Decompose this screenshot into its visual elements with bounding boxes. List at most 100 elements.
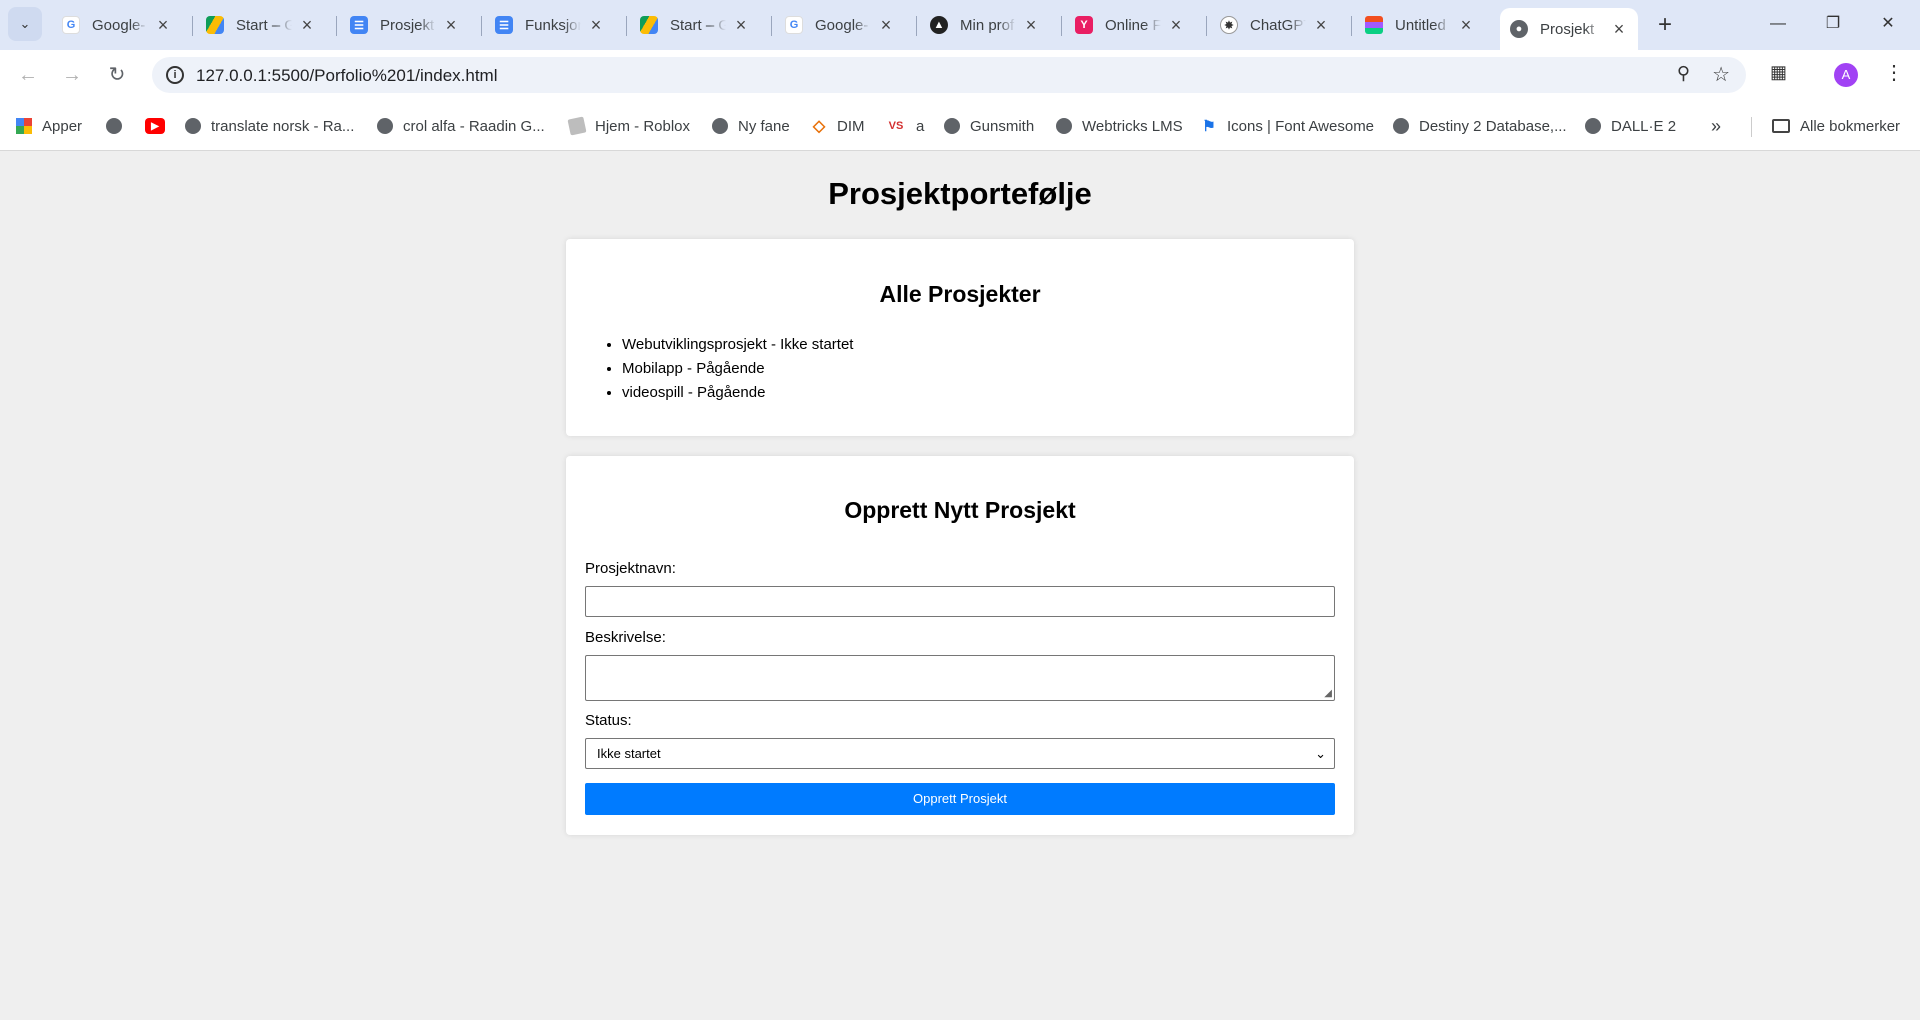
tab[interactable]: ▲ Min prof × bbox=[920, 7, 1050, 43]
bookmark-item[interactable]: Gunsmith bbox=[944, 115, 1034, 137]
bookmark-item[interactable]: DALL·E 2 bbox=[1585, 115, 1676, 137]
figma-icon bbox=[1365, 16, 1383, 34]
tab-search-chevron-icon[interactable]: ⌄ bbox=[8, 7, 42, 41]
close-icon[interactable]: × bbox=[732, 15, 750, 36]
minimize-icon[interactable]: — bbox=[1758, 8, 1798, 40]
bookmarks-divider bbox=[1751, 117, 1752, 137]
close-icon[interactable]: × bbox=[1167, 15, 1185, 36]
roblox-icon bbox=[567, 116, 587, 136]
list-item: videospill - Pågående bbox=[622, 381, 853, 405]
tab[interactable]: ☰ Funksjon × bbox=[485, 7, 615, 43]
list-item: Webutviklingsprosjekt - Ikke startet bbox=[622, 333, 853, 357]
status-label: Status: bbox=[585, 712, 632, 729]
close-icon[interactable]: × bbox=[1457, 15, 1475, 36]
vs-icon: VS bbox=[888, 120, 904, 132]
bookmark-apps[interactable]: Apper bbox=[16, 115, 82, 137]
back-arrow-icon[interactable]: ← bbox=[12, 59, 44, 91]
drive-icon bbox=[206, 16, 224, 34]
tab-strip: ⌄ G Google- × Start – G × ☰ Prosjekt × ☰… bbox=[0, 0, 1920, 50]
tab-title: Prosjekt bbox=[380, 16, 435, 34]
site-info-icon[interactable]: i bbox=[166, 66, 184, 84]
url-text[interactable]: 127.0.0.1:5500/Porfolio%201/index.html bbox=[196, 66, 497, 86]
globe-icon bbox=[1056, 118, 1072, 134]
address-bar[interactable]: i 127.0.0.1:5500/Porfolio%201/index.html… bbox=[152, 57, 1746, 93]
tab[interactable]: Y Online F × bbox=[1065, 7, 1195, 43]
profile-avatar[interactable]: A bbox=[1834, 63, 1858, 87]
bookmark-youtube[interactable]: ▶ bbox=[145, 115, 175, 137]
apps-grid-icon bbox=[16, 118, 32, 134]
bookmark-label: Hjem - Roblox bbox=[595, 117, 691, 135]
close-icon[interactable]: × bbox=[154, 15, 172, 36]
openai-icon: ✸ bbox=[1220, 16, 1238, 34]
tab[interactable]: G Google- × bbox=[52, 7, 182, 43]
tab-title: Untitled bbox=[1395, 16, 1446, 34]
bookmark-item[interactable]: ⚑ Icons | Font Awesome bbox=[1201, 115, 1374, 137]
form-heading: Opprett Nytt Prosjekt bbox=[844, 497, 1076, 523]
forward-arrow-icon[interactable]: → bbox=[56, 59, 88, 91]
tab[interactable]: Start – G × bbox=[630, 7, 760, 43]
bookmark-globe[interactable] bbox=[106, 115, 132, 137]
tab-title: Min prof bbox=[960, 16, 1015, 34]
chevron-down-icon: ⌄ bbox=[1315, 746, 1326, 761]
status-select[interactable]: Ikke startet ⌄ bbox=[585, 738, 1335, 769]
project-list: Webutviklingsprosjekt - Ikke startet Mob… bbox=[622, 333, 853, 405]
bookmarks-overflow-chevron-icon[interactable]: » bbox=[1711, 115, 1721, 137]
bookmark-label: Gunsmith bbox=[970, 117, 1035, 135]
kebab-menu-icon[interactable]: ⋮ bbox=[1884, 60, 1904, 85]
close-icon[interactable]: × bbox=[1312, 15, 1330, 36]
bookmark-label: a bbox=[916, 117, 925, 135]
profile-icon: ▲ bbox=[930, 16, 948, 34]
project-name-input[interactable] bbox=[585, 586, 1335, 617]
list-item: Mobilapp - Pågående bbox=[622, 357, 853, 381]
project-name-label: Prosjektnavn: bbox=[585, 560, 676, 577]
bookmark-item[interactable]: Hjem - Roblox bbox=[567, 115, 691, 137]
tab[interactable]: Start – G × bbox=[196, 7, 326, 43]
tab-divider bbox=[192, 16, 193, 36]
zoom-icon[interactable]: ⚲ bbox=[1677, 63, 1690, 84]
bookmark-item[interactable]: ◇ DIM bbox=[811, 115, 865, 137]
create-project-card: Opprett Nytt Prosjekt Prosjektnavn: Besk… bbox=[566, 456, 1354, 835]
extensions-puzzle-icon[interactable]: ▦ bbox=[1770, 62, 1794, 86]
bookmark-item[interactable]: Webtricks LMS bbox=[1056, 115, 1183, 137]
close-icon[interactable]: × bbox=[1610, 19, 1628, 40]
bookmark-item[interactable]: Ny fane bbox=[712, 115, 790, 137]
tab-divider bbox=[1351, 16, 1352, 36]
bookmark-label: Alle bokmerker bbox=[1800, 117, 1901, 135]
projects-heading: Alle Prosjekter bbox=[879, 281, 1041, 307]
close-icon[interactable]: × bbox=[1022, 15, 1040, 36]
tab[interactable]: ✸ ChatGPT × bbox=[1210, 7, 1340, 43]
bookmark-label: crol alfa - Raadin G... bbox=[403, 117, 545, 135]
all-bookmarks-button[interactable]: Alle bokmerker bbox=[1772, 115, 1900, 137]
bookmark-label: translate norsk - Ra... bbox=[211, 117, 355, 135]
reload-icon[interactable]: ↻ bbox=[101, 59, 133, 91]
bookmark-item[interactable]: crol alfa - Raadin G... bbox=[377, 115, 545, 137]
browser-toolbar: ← → ↻ i 127.0.0.1:5500/Porfolio%201/inde… bbox=[0, 50, 1920, 100]
tab[interactable]: ☰ Prosjekt × bbox=[340, 7, 470, 43]
tab-divider bbox=[916, 16, 917, 36]
tab-title: ChatGPT bbox=[1250, 16, 1306, 34]
close-window-icon[interactable]: ✕ bbox=[1868, 8, 1908, 40]
tab-title: Online F bbox=[1105, 16, 1161, 34]
tab[interactable]: Untitled × bbox=[1355, 7, 1485, 43]
status-selected-value: Ikke startet bbox=[597, 746, 661, 761]
bookmark-label: Ny fane bbox=[738, 117, 790, 135]
close-icon[interactable]: × bbox=[442, 15, 460, 36]
close-icon[interactable]: × bbox=[587, 15, 605, 36]
tab-divider bbox=[771, 16, 772, 36]
tab-title: Google- bbox=[815, 16, 869, 34]
description-textarea[interactable]: ◢ bbox=[585, 655, 1335, 701]
bookmark-item[interactable]: Destiny 2 Database,... bbox=[1393, 115, 1567, 137]
new-tab-plus-icon[interactable]: + bbox=[1650, 10, 1680, 40]
tab[interactable]: G Google- × bbox=[775, 7, 905, 43]
tab-active[interactable]: ● Prosjekt × bbox=[1500, 8, 1638, 50]
bookmark-star-icon[interactable]: ☆ bbox=[1712, 62, 1730, 87]
close-icon[interactable]: × bbox=[298, 15, 316, 36]
docs-icon: ☰ bbox=[495, 16, 513, 34]
create-project-button[interactable]: Opprett Prosjekt bbox=[585, 783, 1335, 815]
resize-grip-icon[interactable]: ◢ bbox=[1324, 688, 1332, 699]
bookmark-item[interactable]: VS a bbox=[886, 115, 925, 137]
bookmark-label: DALL·E 2 bbox=[1611, 117, 1677, 135]
restore-icon[interactable]: ❐ bbox=[1813, 8, 1853, 40]
close-icon[interactable]: × bbox=[877, 15, 895, 36]
bookmark-item[interactable]: translate norsk - Ra... bbox=[185, 115, 354, 137]
